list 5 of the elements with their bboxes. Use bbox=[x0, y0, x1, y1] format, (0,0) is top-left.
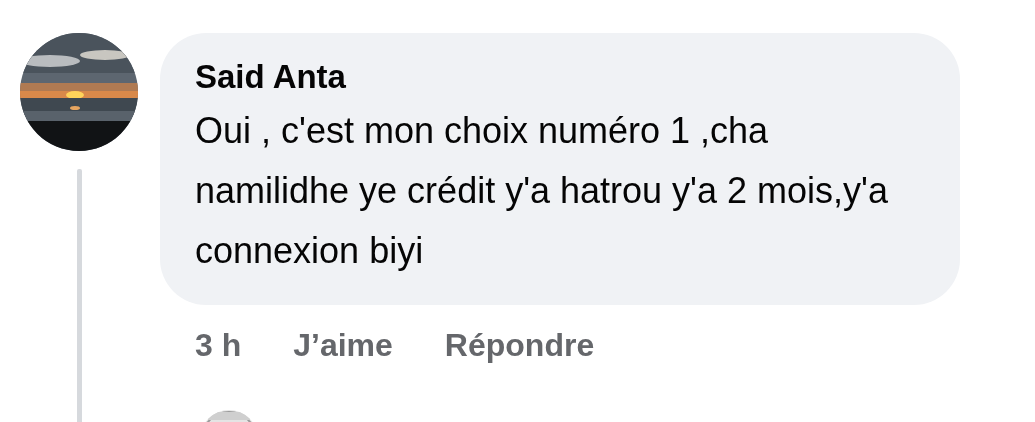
comment-text: Oui , c'est mon choix numéro 1 ,cha namilidhe ye crédit y'a hatrou y'a 2 mois,y'a connexion biyi bbox=[195, 109, 889, 273]
action-link[interactable]: J’aime bbox=[293, 327, 393, 364]
author-name[interactable]: Said Anta bbox=[195, 55, 930, 99]
timestamp: 3 h bbox=[195, 327, 242, 364]
action-link[interactable]: Répondre bbox=[444, 327, 595, 364]
